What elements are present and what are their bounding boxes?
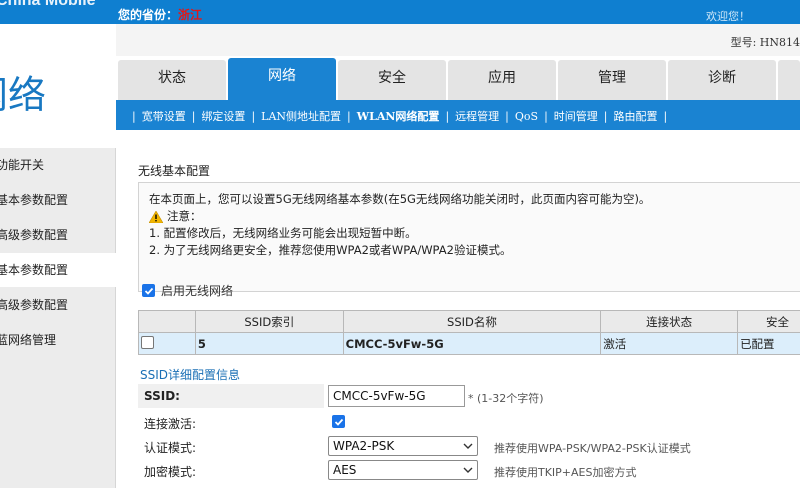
sub-navigation: | 宽带设置 | 绑定设置 | LAN侧地址配置 | WLAN网络配置 | 远程管理 | QoS | 时间… xyxy=(116,100,800,130)
model-bar: 型号: HN814 xyxy=(116,24,800,56)
sidebar-item-basic-config-5g[interactable]: 基本参数配置 xyxy=(0,253,116,287)
check-icon xyxy=(334,418,343,426)
auth-mode-select[interactable]: WPA2-PSK xyxy=(328,436,478,456)
notice-line1: 在本页面上，您可以设置5G无线网络基本参数(在5G无线网络功能关闭时，此页面内容… xyxy=(149,192,651,206)
chevron-down-icon xyxy=(463,443,473,449)
ssid-table: SSID索引 SSID名称 连接状态 安全 5 CMCC-5vFw-5G 激活 … xyxy=(138,310,800,355)
table-cell-ssid-name: CMCC-5vFw-5G xyxy=(342,332,602,355)
subnav-wlan-config[interactable]: WLAN网络配置 xyxy=(357,110,440,123)
table-header-security: 安全 xyxy=(737,310,800,333)
notice-line3: 2. 为了无线网络更安全，推荐您使用WPA2或者WPA/WPA2验证模式。 xyxy=(149,243,512,257)
province-value: 浙江 xyxy=(178,8,203,22)
tab-status[interactable]: 状态 xyxy=(118,60,226,100)
form-row-auth: 认证模式: WPA2-PSK 推荐使用WPA-PSK/WPA2-PSK认证模式 xyxy=(138,434,800,458)
warning-icon xyxy=(149,210,163,223)
brand-logo-text: China Mobile xyxy=(0,0,96,9)
encryption-mode-hint: 推荐使用TKIP+AES加密方式 xyxy=(494,466,637,479)
form-row-encryption: 加密模式: AES 推荐使用TKIP+AES加密方式 xyxy=(138,458,800,482)
subnav-list: | 宽带设置 | 绑定设置 | LAN侧地址配置 | WLAN网络配置 | 远程管理 | QoS | 时间… xyxy=(132,110,668,123)
tab-diagnosis[interactable]: 诊断 xyxy=(668,60,776,100)
enable-wireless-checkbox[interactable] xyxy=(142,284,155,297)
notice-line2: 1. 配置修改后，无线网络业务可能会出现短暂中断。 xyxy=(149,226,417,240)
sidebar-item-advanced-config[interactable]: 高级参数配置 xyxy=(0,218,116,252)
table-cell-connection-status: 激活 xyxy=(600,332,739,355)
main-tabs: 状态 网络 安全 应用 管理 诊断 xyxy=(116,56,800,100)
province-indicator: 您的省份：浙江 xyxy=(118,6,202,23)
ssid-label: SSID: xyxy=(144,389,180,403)
sidebar-item-function-switch[interactable]: 功能开关 xyxy=(0,148,116,182)
welcome-text: 欢迎您！ xyxy=(706,10,750,23)
auth-mode-hint: 推荐使用WPA-PSK/WPA2-PSK认证模式 xyxy=(494,442,691,455)
subnav-lan-address[interactable]: LAN侧地址配置 xyxy=(261,110,341,123)
sidebar: 网络 功能开关 基本参数配置 高级参数配置 基本参数配置 高级参数配置 蓝网络管… xyxy=(0,24,116,488)
tab-security[interactable]: 安全 xyxy=(338,60,446,100)
form-row-ssid: SSID: * (1-32个字符) xyxy=(138,384,800,408)
table-row[interactable]: 5 CMCC-5vFw-5G 激活 已配置 xyxy=(138,332,800,355)
chevron-down-icon xyxy=(463,467,473,473)
ssid-input[interactable] xyxy=(328,385,465,407)
table-cell-ssid-index: 5 xyxy=(194,332,344,355)
tab-overflow[interactable] xyxy=(778,60,800,100)
table-cell-select xyxy=(138,332,196,355)
ssid-detail-title: SSID详细配置信息 xyxy=(140,368,241,382)
top-bar: China Mobile 您的省份：浙江 欢迎您！ xyxy=(0,0,800,24)
subnav-remote-manage[interactable]: 远程管理 xyxy=(455,110,499,123)
sidebar-item-basic-config[interactable]: 基本参数配置 xyxy=(0,183,116,217)
subnav-broadband[interactable]: 宽带设置 xyxy=(142,110,186,123)
connection-active-checkbox[interactable] xyxy=(332,415,345,428)
subnav-binding[interactable]: 绑定设置 xyxy=(201,110,245,123)
province-label: 您的省份： xyxy=(118,8,179,22)
notice-box: 在本页面上，您可以设置5G无线网络基本参数(在5G无线网络功能关闭时，此页面内容… xyxy=(138,182,800,292)
tab-application[interactable]: 应用 xyxy=(448,60,556,100)
sidebar-item-network-manage[interactable]: 蓝网络管理 xyxy=(0,323,116,357)
check-icon xyxy=(144,287,153,295)
section-title: 网络 xyxy=(0,73,47,117)
subnav-time-manage[interactable]: 时间管理 xyxy=(554,110,598,123)
table-header-select xyxy=(138,310,196,333)
table-header-ssid-index: SSID索引 xyxy=(194,310,344,333)
connection-active-label: 连接激活: xyxy=(144,417,197,431)
table-header-ssid-name: SSID名称 xyxy=(342,310,602,333)
tab-management[interactable]: 管理 xyxy=(558,60,666,100)
tab-network[interactable]: 网络 xyxy=(228,58,336,100)
main-content: 无线基本配置 在本页面上，您可以设置5G无线网络基本参数(在5G无线网络功能关闭… xyxy=(116,130,800,488)
sidebar-item-advanced-config-5g[interactable]: 高级参数配置 xyxy=(0,288,116,322)
encryption-mode-select[interactable]: AES xyxy=(328,460,478,480)
table-header-row: SSID索引 SSID名称 连接状态 安全 xyxy=(138,310,800,333)
auth-mode-label: 认证模式: xyxy=(144,441,197,455)
ssid-hint: * (1-32个字符) xyxy=(468,392,544,405)
notice-warning: 注意： xyxy=(149,208,800,225)
page-title: 无线基本配置 xyxy=(138,164,211,178)
subnav-route-config[interactable]: 路由配置 xyxy=(614,110,658,123)
device-model: 型号: HN814 xyxy=(730,36,800,49)
enable-wireless-label: 启用无线网络 xyxy=(161,284,234,298)
subnav-qos[interactable]: QoS xyxy=(515,110,538,123)
encryption-mode-label: 加密模式: xyxy=(144,465,197,479)
form-row-active: 连接激活: xyxy=(138,410,800,434)
table-cell-security: 已配置 xyxy=(737,332,800,355)
row-select-checkbox[interactable] xyxy=(141,335,154,349)
enable-wireless-row: 启用无线网络 xyxy=(142,282,233,299)
sidebar-header: 网络 xyxy=(0,24,116,148)
table-header-connection-status: 连接状态 xyxy=(600,310,739,333)
